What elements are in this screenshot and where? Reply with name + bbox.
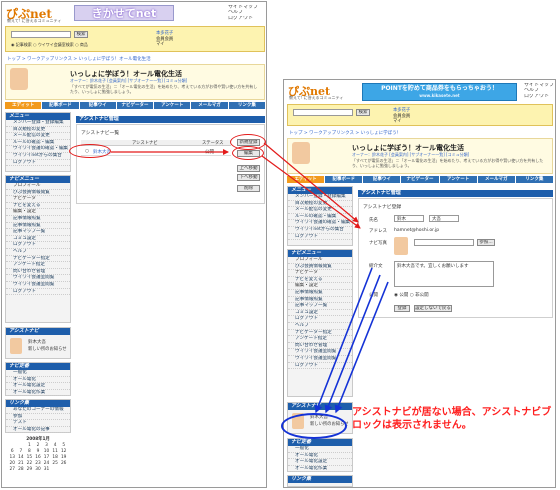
arrow-form-to-block-2 [324, 274, 381, 414]
arrow-edit-to-form [261, 155, 361, 229]
arrow-new-to-form [263, 142, 359, 223]
arrow-form-to-block-3 [334, 281, 389, 414]
annotation-note: アシストナビが居ない場合、アシストナビブロックは表示されません。 [352, 407, 552, 431]
